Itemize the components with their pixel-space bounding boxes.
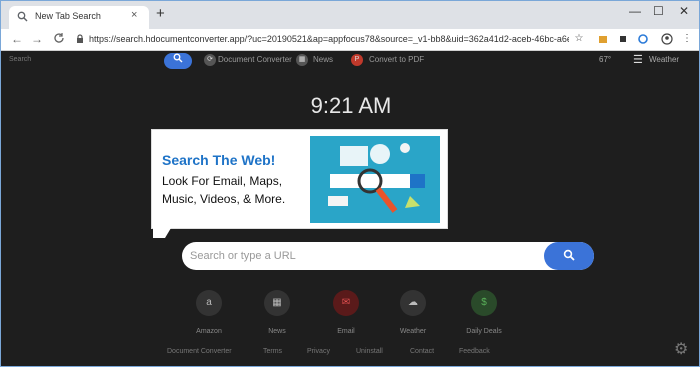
tile-email[interactable]: ✉ Email — [316, 290, 376, 335]
tile-label: Email — [337, 328, 355, 335]
profile-icon[interactable] — [661, 33, 673, 45]
news-icon: ▦ — [264, 290, 290, 316]
extension-icon-2[interactable] — [617, 33, 629, 45]
email-icon: ✉ — [333, 290, 359, 316]
hamburger-menu-icon[interactable]: ☰ — [633, 53, 643, 66]
document-converter-icon: ⟳ — [204, 54, 216, 66]
tile-label: Amazon — [196, 328, 222, 335]
menu-icon[interactable]: ⋮ — [681, 33, 693, 45]
star-icon[interactable]: ☆ — [573, 33, 585, 45]
promo-illustration — [310, 136, 440, 223]
nav-news[interactable]: News — [313, 55, 333, 64]
extension-icon[interactable] — [597, 33, 609, 45]
maximize-button[interactable]: ☐ — [653, 4, 664, 18]
gear-icon[interactable]: ⚙ — [674, 339, 688, 359]
title-bar: New Tab Search × + — ☐ ✕ — [1, 1, 699, 29]
new-tab-button[interactable]: + — [156, 6, 165, 22]
search-input[interactable] — [190, 247, 530, 265]
amazon-icon: a — [196, 290, 222, 316]
promo-popup[interactable]: Search The Web! Look For Email, Maps, Mu… — [151, 129, 448, 229]
search-bar[interactable] — [182, 242, 594, 270]
promo-heading: Search The Web! — [162, 152, 276, 168]
weather-icon: ☁ — [400, 290, 426, 316]
address-bar[interactable]: https://search.hdocumentconverter.app/?u… — [89, 34, 569, 44]
tile-news[interactable]: ▦ News — [247, 290, 307, 335]
tile-daily-deals[interactable]: $ Daily Deals — [454, 290, 514, 335]
minimize-button[interactable]: — — [629, 4, 641, 18]
tile-amazon[interactable]: a Amazon — [179, 290, 239, 335]
nav-document-converter[interactable]: Document Converter — [218, 55, 292, 64]
browser-tab[interactable]: New Tab Search × — [9, 6, 149, 29]
footer-link-document-converter[interactable]: Document Converter — [167, 348, 232, 355]
top-nav: Search ⟳ Document Converter ▦ News P Con… — [1, 51, 699, 73]
weather-temp[interactable]: 67° — [599, 55, 611, 64]
close-tab-icon[interactable]: × — [131, 9, 137, 21]
promo-line-1: Look For Email, Maps, — [162, 174, 283, 188]
promo-tail — [153, 228, 171, 238]
back-button[interactable]: ← — [11, 32, 23, 46]
search-button-top[interactable] — [164, 53, 192, 69]
search-button[interactable] — [544, 242, 594, 270]
close-window-button[interactable]: ✕ — [679, 4, 689, 18]
deals-icon: $ — [471, 290, 497, 316]
pdf-icon: P — [351, 54, 363, 66]
footer-link-terms[interactable]: Terms — [263, 348, 282, 355]
tile-label: Weather — [399, 328, 427, 335]
browser-toolbar: ← → https://search.hdocumentconverter.ap… — [1, 29, 699, 51]
tab-title: New Tab Search — [35, 11, 101, 21]
weather-label[interactable]: Weather — [649, 55, 679, 64]
footer-link-contact[interactable]: Contact — [410, 348, 434, 355]
nav-convert-to-pdf[interactable]: Convert to PDF — [369, 55, 424, 64]
new-tab-page: Search ⟳ Document Converter ▦ News P Con… — [1, 51, 699, 366]
tile-label: News — [268, 328, 286, 335]
footer-link-feedback[interactable]: Feedback — [459, 348, 490, 355]
search-icon — [17, 11, 29, 23]
search-label: Search — [9, 56, 32, 63]
promo-line-2: Music, Videos, & More. — [162, 192, 286, 206]
footer-link-privacy[interactable]: Privacy — [307, 348, 330, 355]
clock: 9:21 AM — [310, 93, 392, 118]
news-icon: ▦ — [296, 54, 308, 66]
browser-window: New Tab Search × + — ☐ ✕ ← → https://sea… — [0, 0, 700, 367]
tile-weather[interactable]: ☁ Weather — [383, 290, 443, 335]
lock-icon — [76, 34, 84, 46]
tile-label: Daily Deals — [466, 328, 502, 335]
reload-button[interactable] — [53, 32, 65, 47]
footer-link-uninstall[interactable]: Uninstall — [356, 348, 383, 355]
forward-button[interactable]: → — [31, 32, 43, 46]
sync-icon[interactable] — [637, 33, 649, 45]
